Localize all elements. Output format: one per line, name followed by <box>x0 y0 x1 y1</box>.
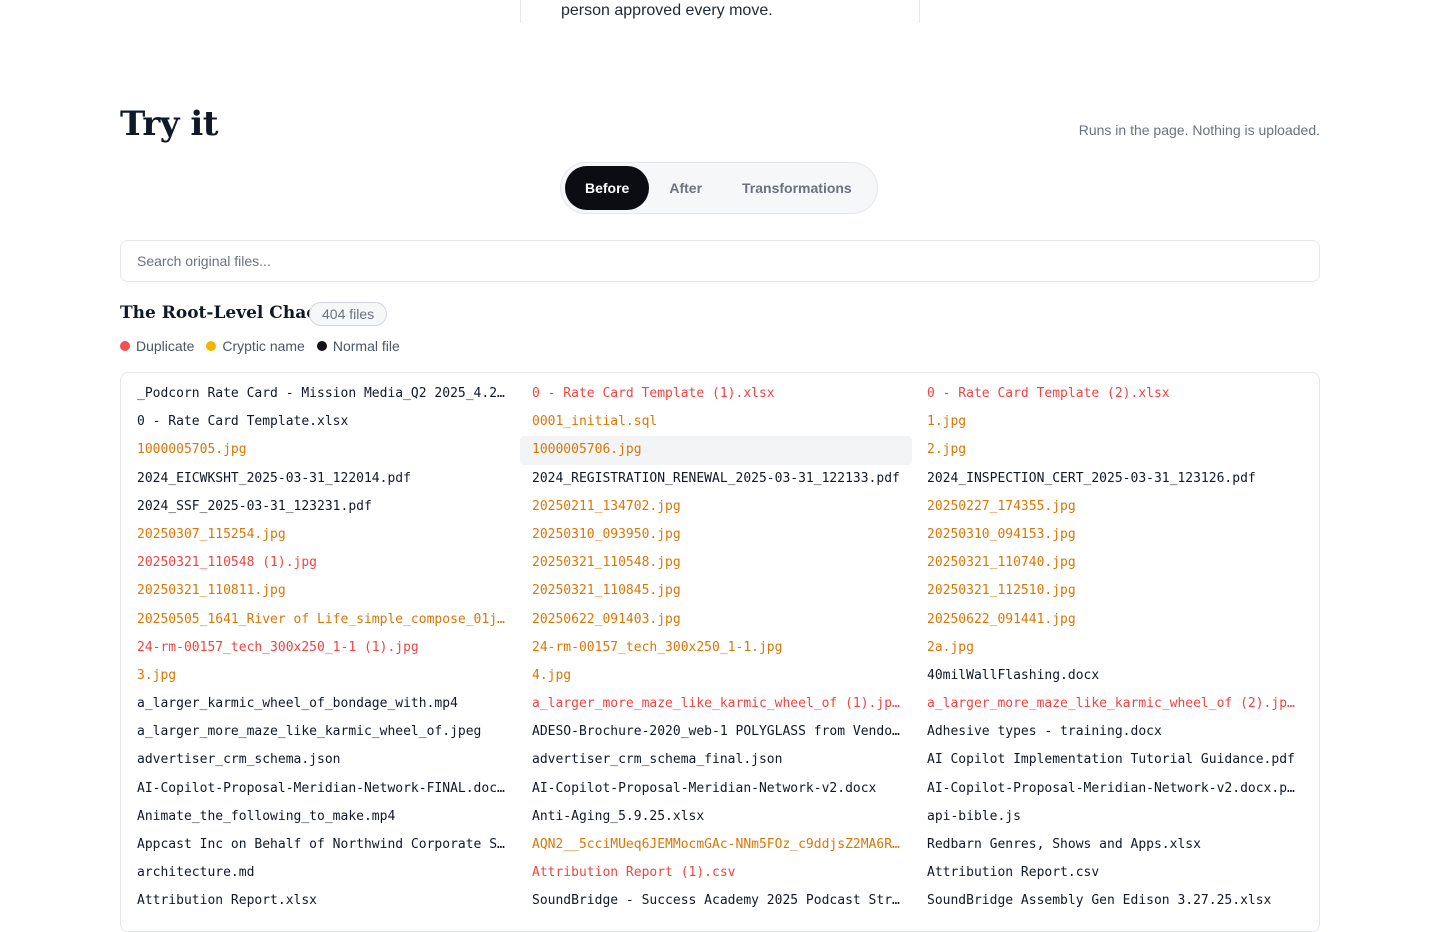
file-item[interactable]: Adhesive types - training.docx <box>915 718 1307 746</box>
file-item[interactable]: AI-Copilot-Proposal-Meridian-Network-v2.… <box>915 775 1307 803</box>
tab-transformations[interactable]: Transformations <box>722 166 872 210</box>
file-item[interactable]: Anti-Aging_5.9.25.xlsx <box>520 803 912 831</box>
normal-dot-icon <box>316 341 327 351</box>
file-item[interactable]: 2a.jpg <box>915 634 1307 662</box>
file-item[interactable]: 20250310_094153.jpg <box>915 521 1307 549</box>
file-item[interactable]: AI Copilot Implementation Tutorial Guida… <box>915 746 1307 774</box>
file-item[interactable]: advertiser_crm_schema_final.json <box>520 746 912 774</box>
file-item[interactable]: Animate_the_following_to_make.mp4 <box>125 803 517 831</box>
file-grid: _Podcorn Rate Card - Mission Media_Q2 20… <box>125 380 1307 916</box>
file-item[interactable]: 20250321_110811.jpg <box>125 577 517 605</box>
file-item[interactable]: Redbarn Genres, Shows and Apps.xlsx <box>915 831 1307 859</box>
file-item[interactable]: 0 - Rate Card Template (1).xlsx <box>520 380 912 408</box>
file-item[interactable]: a_larger_more_maze_like_karmic_wheel_of … <box>520 690 912 718</box>
file-item[interactable]: 20250321_110845.jpg <box>520 577 912 605</box>
file-item[interactable]: ADESO-Brochure-2020_web-1 POLYGLASS from… <box>520 718 912 746</box>
file-item[interactable]: 1000005706.jpg <box>520 436 912 465</box>
legend-label: Normal file <box>332 338 400 354</box>
search-input[interactable] <box>120 240 1320 282</box>
file-item[interactable]: api-bible.js <box>915 803 1307 831</box>
file-item[interactable]: 40milWallFlashing.docx <box>915 662 1307 690</box>
legend-label: Cryptic name <box>222 338 305 354</box>
file-item[interactable]: 3.jpg <box>125 662 517 690</box>
tab-before[interactable]: Before <box>565 166 650 210</box>
section-title: Try it <box>120 104 218 144</box>
file-item[interactable]: SoundBridge - Success Academy 2025 Podca… <box>520 887 912 915</box>
file-item[interactable]: 20250310_093950.jpg <box>520 521 912 549</box>
previous-card-text: person approved every move. <box>561 2 773 19</box>
legend-item-duplicate: Duplicate <box>120 338 194 354</box>
file-item[interactable]: 4.jpg <box>520 662 912 690</box>
file-item[interactable]: 2024_SSF_2025-03-31_123231.pdf <box>125 493 517 521</box>
file-item[interactable]: 20250321_110740.jpg <box>915 549 1307 577</box>
file-item[interactable]: a_larger_more_maze_like_karmic_wheel_of.… <box>125 718 517 746</box>
legend-item-normal: Normal file <box>316 338 400 354</box>
file-item[interactable]: a_larger_karmic_wheel_of_bondage_with.mp… <box>125 690 517 718</box>
file-item[interactable]: Attribution Report.xlsx <box>125 887 517 915</box>
file-count-badge: 404 files <box>309 302 388 326</box>
file-item[interactable]: AQN2__5cciMUeq6JEMMocmGAc-NNm5FOz_c9ddjs… <box>520 831 912 859</box>
file-item[interactable]: 24-rm-00157_tech_300x250_1-1 (1).jpg <box>125 634 517 662</box>
legend-item-cryptic: Cryptic name <box>206 338 305 354</box>
file-item[interactable]: _Podcorn Rate Card - Mission Media_Q2 20… <box>125 380 517 408</box>
file-item[interactable]: 20250321_110548 (1).jpg <box>125 549 517 577</box>
file-item[interactable]: architecture.md <box>125 859 517 887</box>
file-item[interactable]: 1000005705.jpg <box>125 436 517 464</box>
file-item[interactable]: AI-Copilot-Proposal-Meridian-Network-FIN… <box>125 775 517 803</box>
group-title: The Root-Level Chaos <box>120 303 328 323</box>
file-item[interactable]: a_larger_more_maze_like_karmic_wheel_of … <box>915 690 1307 718</box>
file-item[interactable]: 20250622_091441.jpg <box>915 606 1307 634</box>
file-item[interactable]: 20250321_110548.jpg <box>520 549 912 577</box>
file-item[interactable]: 0001_initial.sql <box>520 408 912 436</box>
file-item[interactable]: Attribution Report.csv <box>915 859 1307 887</box>
file-item[interactable]: SoundBridge Assembly Gen Edison 3.27.25.… <box>915 887 1307 915</box>
legend-label: Duplicate <box>136 338 195 354</box>
file-item[interactable]: 0 - Rate Card Template.xlsx <box>125 408 517 436</box>
file-item[interactable]: Appcast Inc on Behalf of Northwind Corpo… <box>125 831 517 859</box>
file-item[interactable]: 24-rm-00157_tech_300x250_1-1.jpg <box>520 634 912 662</box>
file-item[interactable]: Attribution Report (1).csv <box>520 859 912 887</box>
view-tabs: Before After Transformations <box>560 162 878 214</box>
file-item[interactable]: 2024_REGISTRATION_RENEWAL_2025-03-31_122… <box>520 465 912 493</box>
file-item[interactable]: 1.jpg <box>915 408 1307 436</box>
file-item[interactable]: AI-Copilot-Proposal-Meridian-Network-v2.… <box>520 775 912 803</box>
file-item[interactable]: 20250321_112510.jpg <box>915 577 1307 605</box>
file-item[interactable]: 2024_INSPECTION_CERT_2025-03-31_123126.p… <box>915 465 1307 493</box>
file-item[interactable]: 2.jpg <box>915 436 1307 464</box>
file-item[interactable]: 20250622_091403.jpg <box>520 606 912 634</box>
file-item[interactable]: 0 - Rate Card Template (2).xlsx <box>915 380 1307 408</box>
file-list-panel[interactable]: _Podcorn Rate Card - Mission Media_Q2 20… <box>120 372 1320 932</box>
cryptic-dot-icon <box>206 341 217 351</box>
previous-card: person approved every move. <box>520 0 920 23</box>
tab-after[interactable]: After <box>649 166 722 210</box>
legend: Duplicate Cryptic name Normal file <box>120 338 400 354</box>
file-item[interactable]: 2024_EICWKSHT_2025-03-31_122014.pdf <box>125 465 517 493</box>
file-item[interactable]: 20250307_115254.jpg <box>125 521 517 549</box>
duplicate-dot-icon <box>120 341 130 351</box>
file-item[interactable]: 20250227_174355.jpg <box>915 493 1307 521</box>
file-item[interactable]: 20250211_134702.jpg <box>520 493 912 521</box>
file-item[interactable]: advertiser_crm_schema.json <box>125 746 517 774</box>
privacy-note: Runs in the page. Nothing is uploaded. <box>1078 122 1320 138</box>
file-item[interactable]: 20250505_1641_River of Life_simple_compo… <box>125 606 517 634</box>
